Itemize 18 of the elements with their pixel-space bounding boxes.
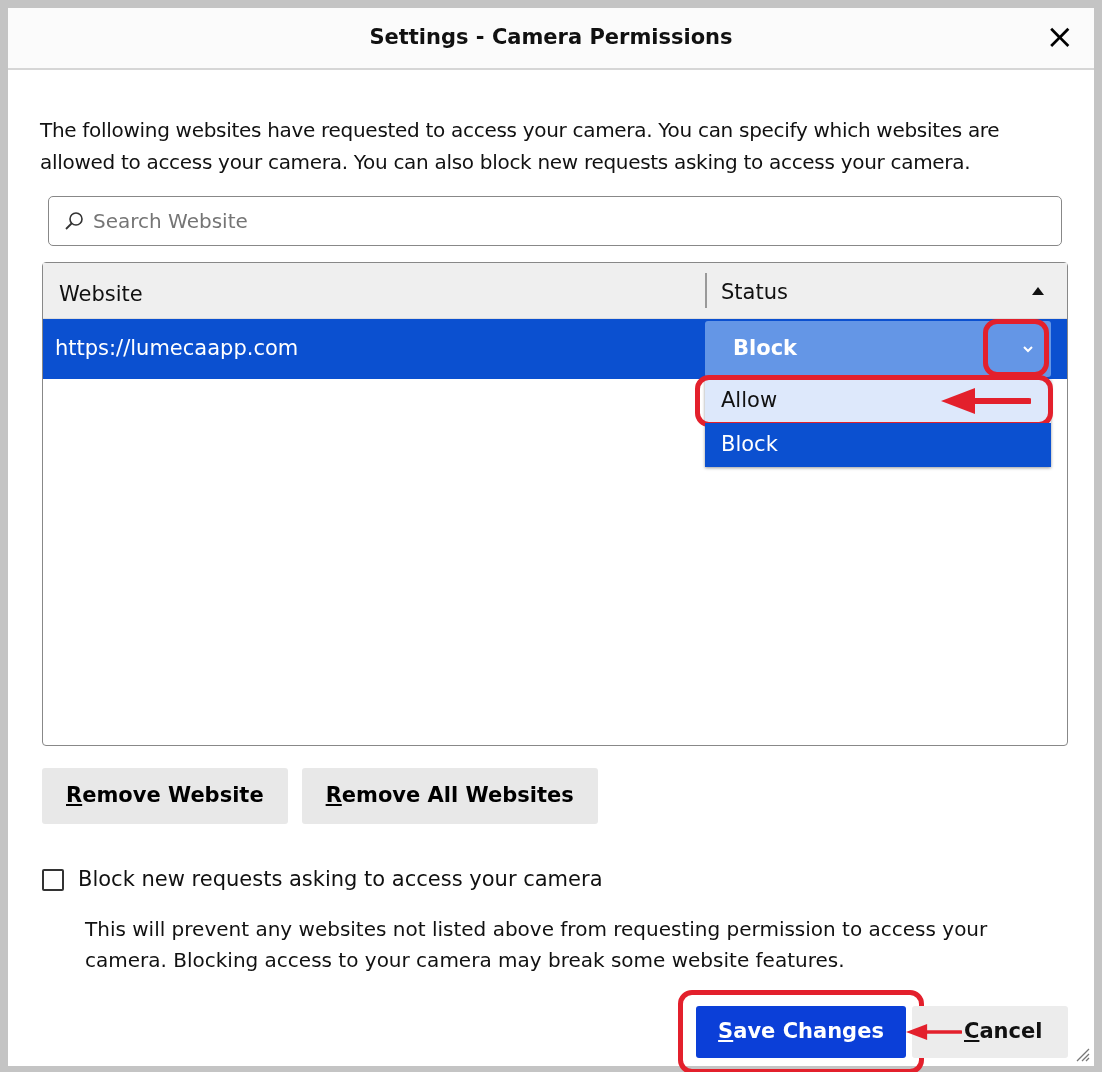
column-header[interactable]: Status [705, 273, 1067, 308]
resize-grip-icon[interactable] [1074, 1046, 1090, 1062]
note-text: This will prevent any websites not listed above from requesting permission to access your camera. Blocking access to your camera may break some website features. [85, 915, 989, 974]
table-cell-text: https://lumecaapp.com [54, 335, 300, 363]
table-row[interactable]: https://lumecaapp.com Block [43, 319, 1067, 379]
close-button[interactable]: × [1039, 16, 1080, 56]
checkbox-label[interactable]: Block new requests asking to access your camera [78, 864, 603, 896]
remove-button[interactable]: Remove Website [42, 768, 288, 824]
cancel-button[interactable]: Cancel [912, 1005, 1068, 1058]
window-title: Settings - Camera Permissions [369, 24, 733, 52]
dropdown-option[interactable]: Block [705, 423, 1051, 467]
search-icon [64, 211, 84, 231]
save-button[interactable]: Save Changes [696, 1005, 906, 1058]
search-field[interactable]: Search Website [48, 196, 1062, 246]
description-text: The following websites have requested to access your camera. You can specify which websites are allowed to access your camera. You can also block new requests asking to access your camera. [40, 117, 1001, 176]
remove-button[interactable]: Remove All Websites [301, 768, 598, 824]
column-header[interactable]: Website [43, 263, 705, 318]
checkbox[interactable] [42, 868, 64, 891]
